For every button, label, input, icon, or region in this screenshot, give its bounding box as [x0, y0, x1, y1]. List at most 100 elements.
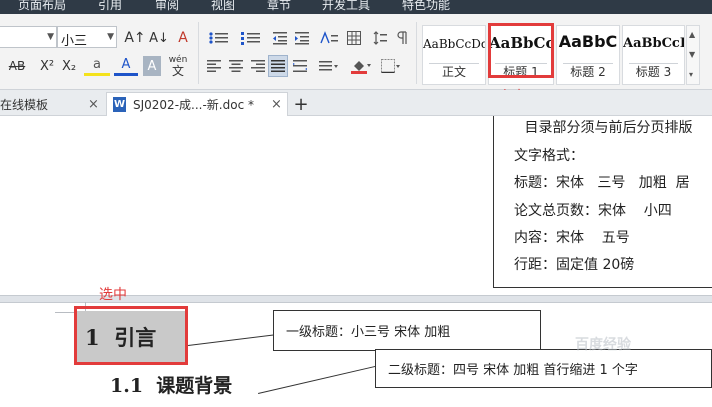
grow-font-button[interactable]: A↑ — [124, 28, 146, 48]
callout-heading-1: 一级标题：小三号 宋体 加粗 — [273, 310, 541, 351]
align-center-button[interactable] — [226, 56, 246, 76]
paint-bucket-icon — [351, 61, 371, 74]
line-spacing-button[interactable] — [370, 28, 390, 48]
style-heading-3-caption: 标题 3 — [635, 65, 672, 79]
highlighter-icon: a — [93, 57, 101, 72]
style-gallery-scroll[interactable]: ▲ ▼ ▾ — [686, 25, 700, 85]
chevron-down-icon: ▼ — [107, 32, 114, 42]
chevron-down-icon: ▼ — [47, 32, 54, 42]
textbox-line: 标题：宋体 三号 加粗 居 — [514, 175, 690, 191]
textbox-line: 目录部分须与前后分页排版 — [520, 120, 693, 136]
chevron-up-icon: ▲ — [689, 30, 696, 39]
line-spacing-dropdown-icon — [319, 61, 338, 71]
paragraph-mark-button[interactable] — [392, 28, 412, 48]
menu-special-features[interactable]: 特色功能 — [402, 0, 450, 13]
style-heading-2[interactable]: AaBbC 标题 2 — [556, 25, 620, 85]
align-left-button[interactable] — [204, 56, 224, 76]
decrease-indent-button[interactable] — [270, 28, 290, 48]
style-heading-2-caption: 标题 2 — [570, 65, 606, 79]
watermark-text: 百度经验 — [575, 337, 631, 353]
callout-leader-line — [258, 365, 379, 394]
callout-heading-2: 二级标题：四号 宋体 加粗 首行缩进 1 个字 — [375, 349, 712, 388]
distributed-align-button[interactable] — [290, 56, 310, 76]
menu-references[interactable]: 引用 — [98, 0, 122, 13]
gallery-more-icon: ▾ — [689, 70, 694, 79]
table-grid-icon — [347, 31, 361, 45]
shading-button[interactable] — [348, 56, 374, 76]
line-spacing-icon — [373, 31, 387, 45]
strikethrough-button[interactable]: AB — [2, 56, 32, 76]
menu-review[interactable]: 审阅 — [155, 0, 179, 13]
menu-page-layout[interactable]: 页面布局 — [18, 0, 66, 13]
justify-button[interactable] — [268, 55, 288, 77]
close-icon[interactable]: × — [88, 97, 99, 112]
increase-indent-button[interactable] — [292, 28, 312, 48]
textbox-line: 行距：固定值 20磅 — [514, 257, 635, 273]
borders-icon — [381, 59, 400, 73]
strikethrough-icon: AB — [8, 59, 26, 73]
word-document-icon: W — [113, 97, 126, 112]
style-normal-sample: AaBbCcDd — [423, 37, 485, 51]
font-name-select[interactable]: ▼ — [0, 26, 57, 48]
ribbon-separator — [416, 22, 417, 84]
borders-button[interactable] — [378, 56, 404, 76]
shrink-font-icon: A↓ — [149, 30, 169, 46]
menu-chapter[interactable]: 章节 — [267, 0, 291, 13]
decrease-indent-icon — [273, 32, 287, 45]
numbered-list-icon — [241, 32, 260, 45]
menu-bar: 页面布局 引用 审阅 视图 章节 开发工具 特色功能 — [0, 0, 712, 14]
format-notes-textbox[interactable]: 目录部分须与前后分页排版 文字格式： 标题：宋体 三号 加粗 居 论文总页数：宋… — [493, 116, 712, 288]
font-color-icon: A — [121, 57, 131, 72]
tab-document[interactable]: W SJ0202-成...-新.doc * × — [106, 92, 288, 116]
clear-format-button[interactable]: A — [172, 28, 194, 48]
align-right-icon — [251, 60, 265, 72]
shrink-font-button[interactable]: A↓ — [148, 28, 170, 48]
document-canvas[interactable]: 目录部分须与前后分页排版 文字格式： 标题：宋体 三号 加粗 居 论文总页数：宋… — [0, 116, 712, 407]
grow-font-icon: A↑ — [124, 30, 146, 46]
ribbon-separator — [198, 22, 199, 84]
table-button[interactable] — [344, 28, 364, 48]
tab-document-label: SJ0202-成...-新.doc * — [133, 98, 254, 112]
tab-online-templates[interactable]: 在线模板 × — [0, 92, 106, 116]
bullet-list-button[interactable] — [204, 28, 234, 48]
style-heading-3-sample: AaBbCcI — [623, 36, 684, 51]
textbox-line: 内容：宋体 五号 — [514, 230, 630, 246]
chevron-down-icon: ▼ — [689, 50, 696, 59]
highlight-button[interactable]: a — [84, 56, 110, 76]
align-right-button[interactable] — [248, 56, 268, 76]
select-annotation: 选中 — [99, 287, 127, 303]
plus-icon: + — [293, 93, 309, 115]
clear-format-icon: A — [178, 30, 188, 46]
menu-developer[interactable]: 开发工具 — [322, 0, 370, 13]
distributed-align-icon — [293, 60, 307, 72]
line-spacing-dropdown[interactable] — [316, 56, 342, 76]
font-color-button[interactable]: A — [114, 56, 138, 76]
phonetic-guide-bottom: 文 — [171, 63, 184, 78]
subscript-button[interactable]: X₂ — [58, 56, 80, 76]
superscript-button[interactable]: X² — [36, 56, 58, 76]
select-highlight-box — [74, 306, 188, 365]
close-icon[interactable]: × — [271, 97, 282, 112]
numbered-list-button[interactable] — [236, 28, 266, 48]
heading-2-text[interactable]: 1.1 课题背景 — [110, 371, 232, 398]
font-size-select[interactable]: 小三 ▼ — [57, 26, 117, 49]
font-size-value: 小三 — [61, 34, 88, 49]
style-normal-caption: 正文 — [441, 65, 466, 79]
callout-leader-line — [188, 334, 274, 346]
ribbon-toolbar: ▼ 小三 ▼ A↑ A↓ A AB X² X₂ a A A wén 文 AaBb… — [0, 14, 712, 90]
menu-view[interactable]: 视图 — [211, 0, 235, 13]
textbox-line: 文字格式： — [514, 148, 584, 164]
sort-button[interactable] — [316, 28, 342, 48]
align-center-icon — [229, 60, 243, 72]
style-heading-3[interactable]: AaBbCcI 标题 3 — [622, 25, 685, 85]
bullet-list-icon — [209, 32, 228, 44]
char-shading-icon: A — [147, 58, 157, 74]
phonetic-guide-button[interactable]: wén 文 — [164, 52, 192, 80]
click-highlight-box — [488, 23, 554, 78]
new-tab-button[interactable]: + — [290, 92, 312, 116]
style-heading-2-sample: AaBbC — [558, 32, 618, 51]
tab-online-templates-label: 在线模板 — [0, 97, 49, 112]
increase-indent-icon — [295, 32, 309, 45]
style-normal[interactable]: AaBbCcDd 正文 — [422, 25, 486, 85]
char-shading-button[interactable]: A — [143, 56, 161, 76]
